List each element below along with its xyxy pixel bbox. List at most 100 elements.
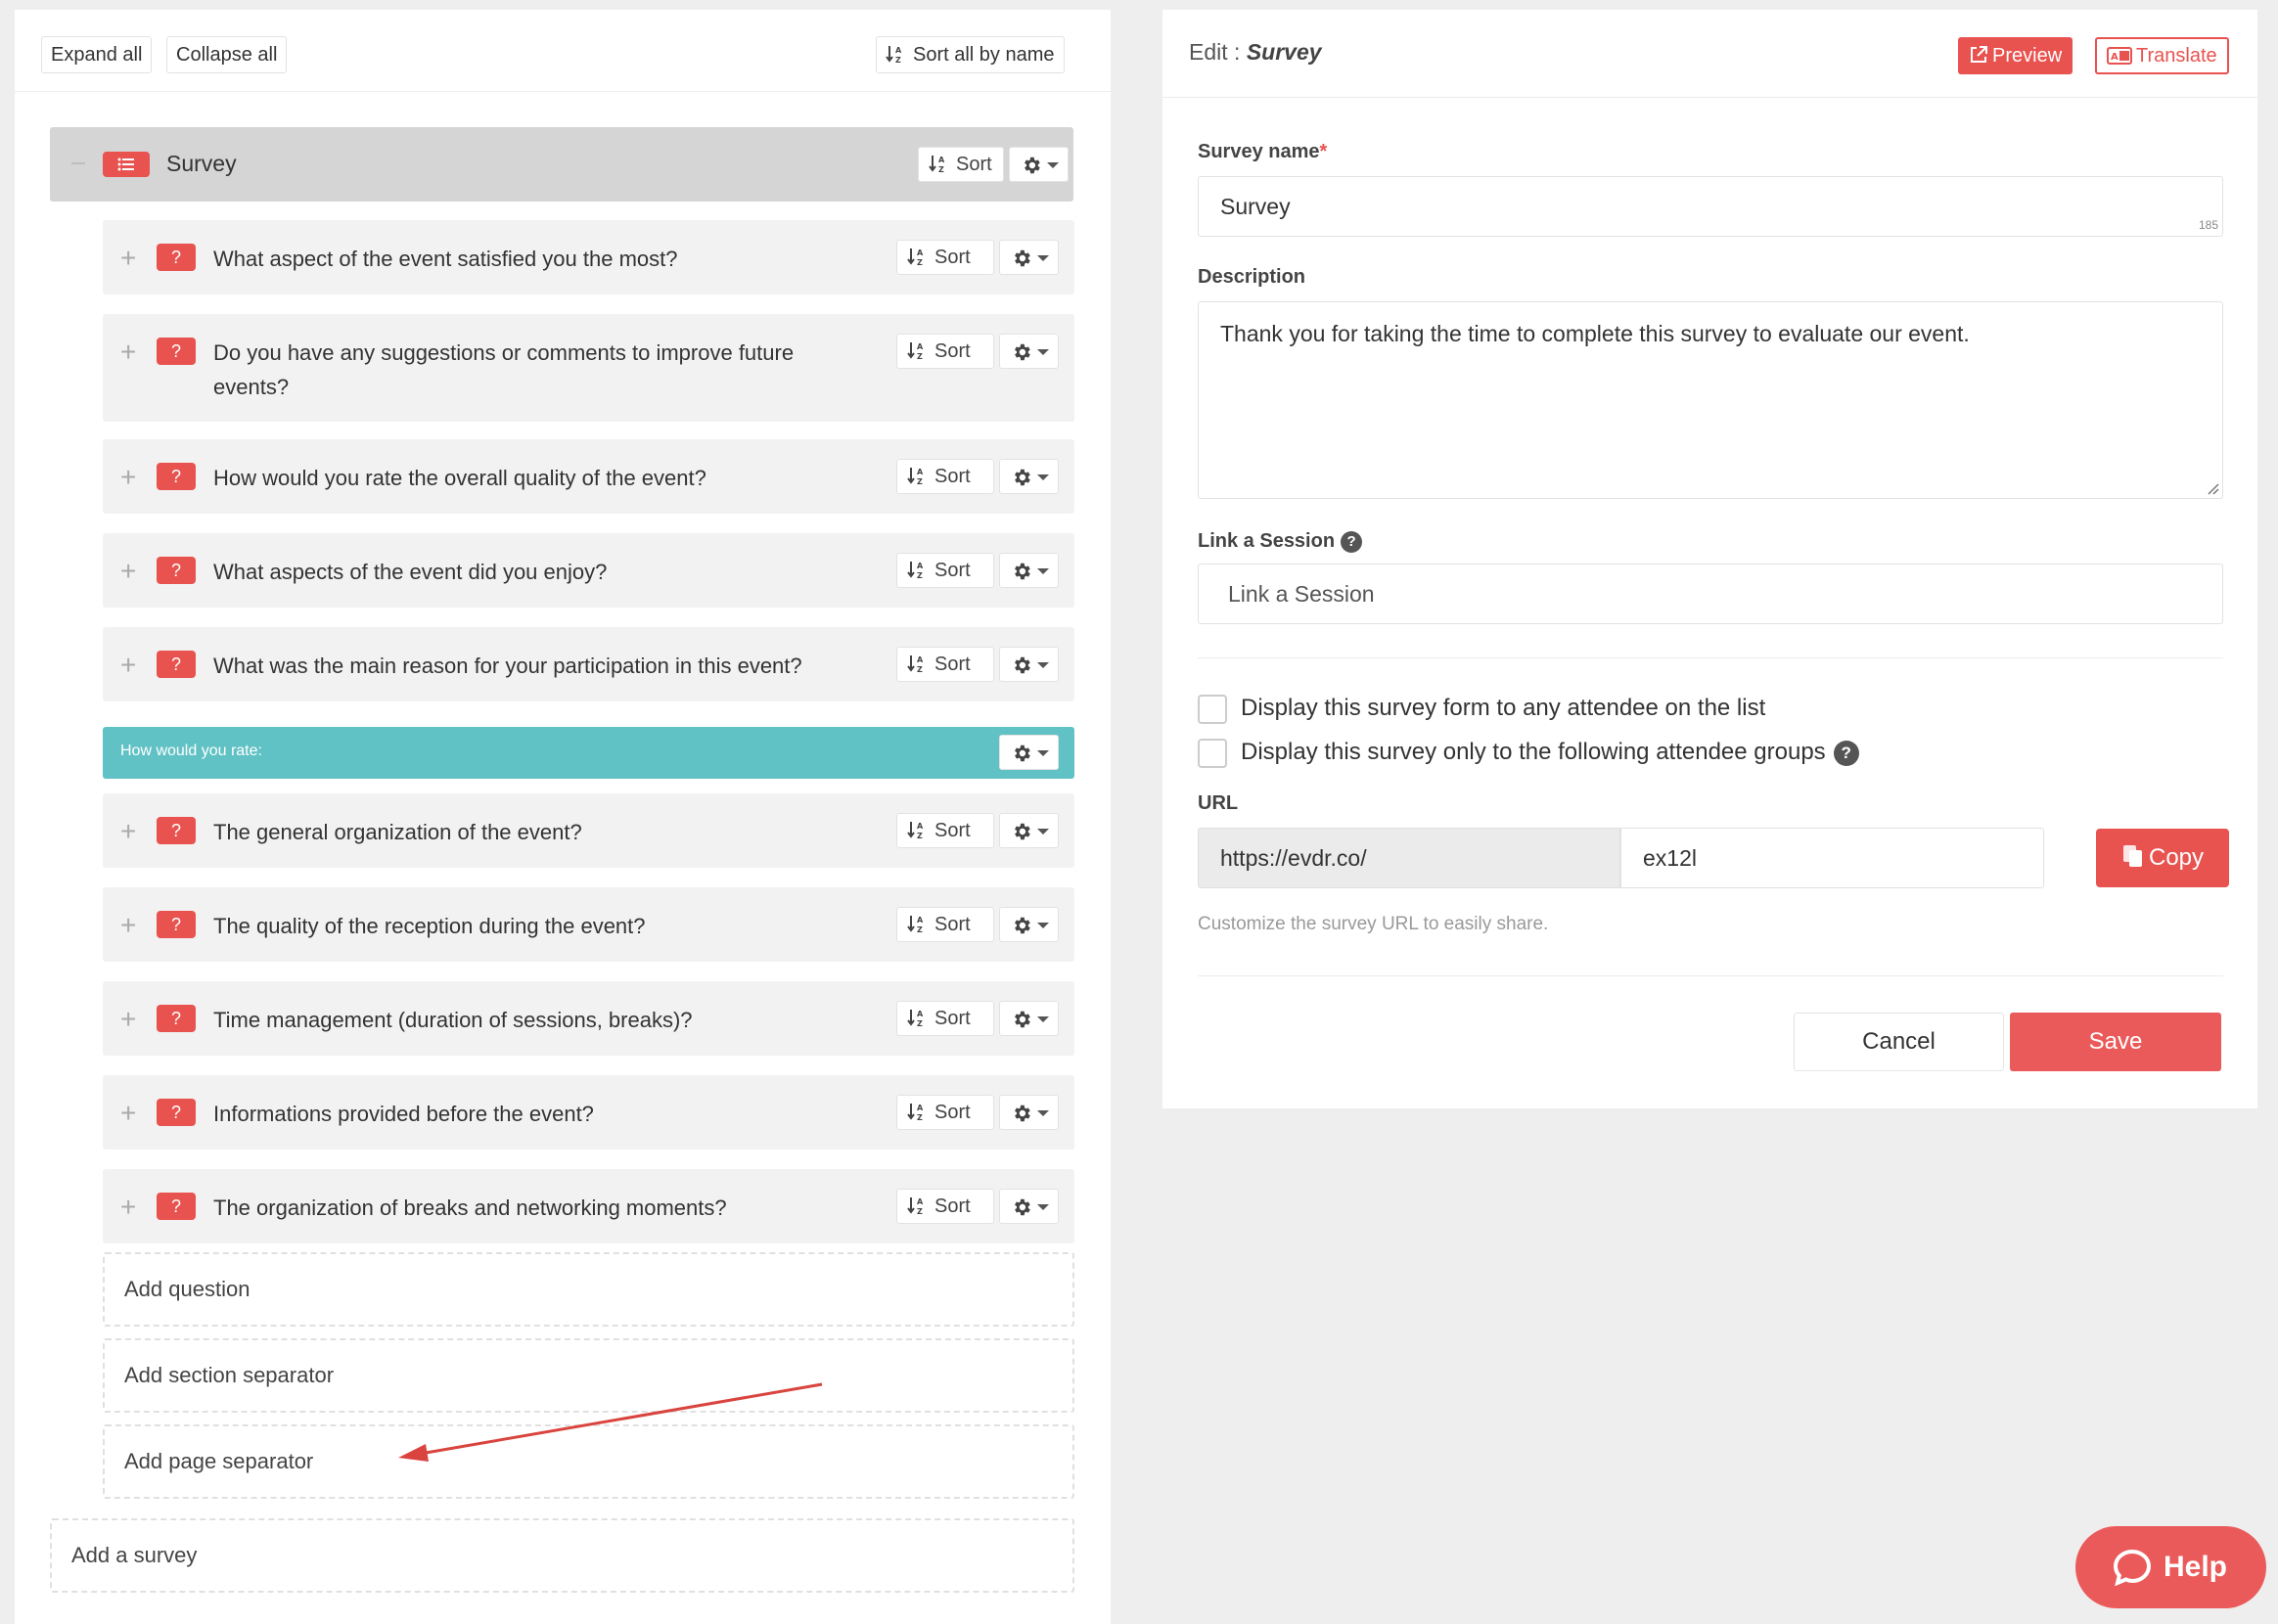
question-row[interactable]: +? How would you rate the overall quality… [103, 439, 1074, 514]
svg-text:A: A [2111, 52, 2119, 63]
svg-text:Z: Z [938, 165, 944, 173]
gear-icon [1015, 343, 1030, 361]
section-separator[interactable]: How would you rate: [103, 727, 1074, 779]
question-sort-button[interactable]: A Z Sort [896, 907, 994, 942]
question-sort-button[interactable]: A Z Sort [896, 553, 994, 588]
question-icon: ? [157, 911, 196, 938]
question-row[interactable]: +? What aspect of the event satisfied you… [103, 220, 1074, 294]
sort-label: Sort [934, 1102, 971, 1123]
question-row[interactable]: +? What aspects of the event did you enjo… [103, 533, 1074, 608]
link-session-select[interactable]: Link a Session [1198, 564, 2223, 624]
question-settings-button[interactable] [999, 1189, 1059, 1224]
svg-text:Z: Z [917, 352, 923, 360]
question-sort-button[interactable]: A Z Sort [896, 459, 994, 494]
expand-icon[interactable]: + [120, 652, 136, 679]
chevron-down-icon [1037, 750, 1049, 756]
expand-icon[interactable]: + [120, 338, 136, 366]
question-sort-button[interactable]: A Z Sort [896, 240, 994, 275]
expand-icon[interactable]: + [120, 464, 136, 491]
preview-button[interactable]: Preview [1958, 37, 2073, 74]
description-textarea[interactable]: Thank you for taking the time to complet… [1198, 301, 2223, 499]
question-settings-button[interactable] [999, 647, 1059, 682]
survey-root-row[interactable]: Survey A Z Sort [50, 127, 1073, 202]
sort-label: Sort [934, 466, 971, 487]
survey-name-label-text: Survey name [1198, 141, 1320, 162]
translate-icon: A [2107, 47, 2132, 65]
sort-alpha-icon: AZ [907, 822, 924, 840]
question-row[interactable]: +? What was the main reason for your part… [103, 627, 1074, 701]
svg-text:Z: Z [917, 925, 923, 933]
question-settings-button[interactable] [999, 1001, 1059, 1036]
edit-title-prefix: Edit : [1189, 39, 1247, 65]
svg-text:A: A [917, 655, 924, 664]
expand-all-button[interactable]: Expand all [41, 36, 153, 73]
survey-sort-button[interactable]: A Z Sort [918, 147, 1004, 182]
display-any-attendee-checkbox[interactable] [1198, 694, 1227, 724]
question-row[interactable]: +? Time management (duration of sessions,… [103, 981, 1074, 1056]
display-groups-checkbox[interactable] [1198, 738, 1227, 768]
question-sort-button[interactable]: A Z Sort [896, 334, 994, 369]
question-settings-button[interactable] [999, 459, 1059, 494]
collapse-all-button[interactable]: Collapse all [166, 36, 288, 73]
translate-label: Translate [2136, 45, 2217, 67]
add-survey-button[interactable]: Add a survey [50, 1518, 1074, 1593]
copy-button[interactable]: Copy [2096, 829, 2229, 887]
question-row[interactable]: +? The quality of the reception during th… [103, 887, 1074, 962]
add-question-button[interactable]: Add question [103, 1252, 1074, 1327]
help-button[interactable]: Help [2075, 1526, 2266, 1608]
cancel-button[interactable]: Cancel [1794, 1013, 2004, 1071]
question-sort-button[interactable]: A Z Sort [896, 1189, 994, 1224]
question-row[interactable]: +? The organization of breaks and network… [103, 1169, 1074, 1243]
add-page-separator-button[interactable]: Add page separator [103, 1424, 1074, 1499]
expand-icon[interactable]: + [120, 558, 136, 585]
question-text: What aspects of the event did you enjoy? [213, 560, 608, 584]
question-text: The organization of breaks and networkin… [213, 1195, 727, 1220]
question-sort-button[interactable]: A Z Sort [896, 1095, 994, 1130]
help-icon[interactable]: ? [1341, 531, 1363, 553]
expand-icon[interactable]: + [120, 818, 136, 845]
question-settings-button[interactable] [999, 813, 1059, 848]
resize-handle-icon[interactable] [2206, 481, 2219, 495]
sort-alpha-icon: AZ [907, 562, 924, 580]
question-settings-button[interactable] [999, 240, 1059, 275]
copy-icon [2122, 845, 2142, 867]
question-row[interactable]: +? The general organization of the event?… [103, 793, 1074, 868]
survey-name-input[interactable]: Survey 185 [1198, 176, 2223, 237]
question-sort-button[interactable]: A Z Sort [896, 813, 994, 848]
question-settings-button[interactable] [999, 334, 1059, 369]
question-settings-button[interactable] [999, 553, 1059, 588]
question-settings-button[interactable] [999, 907, 1059, 942]
add-section-separator-button[interactable]: Add section separator [103, 1338, 1074, 1413]
help-icon[interactable]: ? [1833, 741, 1859, 766]
collapse-icon[interactable] [71, 162, 85, 164]
description-value: Thank you for taking the time to complet… [1220, 321, 1970, 346]
gear-icon [1015, 469, 1030, 486]
sort-all-by-name-button[interactable]: A Z Sort all by name [876, 36, 1065, 73]
svg-text:Z: Z [917, 1019, 923, 1027]
expand-icon[interactable]: + [120, 1100, 136, 1127]
url-hint: Customize the survey URL to easily share… [1198, 914, 1549, 934]
expand-icon[interactable]: + [120, 1194, 136, 1221]
help-label: Help [2164, 1551, 2228, 1583]
url-slug-input[interactable]: ex12l [1620, 828, 2044, 888]
character-counter: 185 [2198, 218, 2218, 232]
translate-button[interactable]: A Translate [2095, 37, 2229, 74]
display-any-attendee-option[interactable]: Display this survey form to any attendee… [1198, 694, 1765, 724]
section-settings-button[interactable] [999, 735, 1059, 770]
gear-icon [1015, 1011, 1030, 1028]
question-row[interactable]: +? Do you have any suggestions or comment… [103, 314, 1074, 422]
svg-text:A: A [917, 1104, 924, 1112]
question-row[interactable]: +? Informations provided before the event… [103, 1075, 1074, 1150]
expand-icon[interactable]: + [120, 245, 136, 272]
expand-icon[interactable]: + [120, 1006, 136, 1033]
expand-icon[interactable]: + [120, 912, 136, 939]
chevron-down-icon [1037, 474, 1049, 480]
svg-text:A: A [917, 1197, 924, 1206]
question-sort-button[interactable]: A Z Sort [896, 647, 994, 682]
question-settings-button[interactable] [999, 1095, 1059, 1130]
question-sort-button[interactable]: A Z Sort [896, 1001, 994, 1036]
save-button[interactable]: Save [2010, 1013, 2221, 1071]
display-groups-option[interactable]: Display this survey only to the followin… [1198, 738, 1859, 768]
survey-settings-button[interactable] [1009, 147, 1069, 182]
sort-alpha-icon: AZ [907, 342, 924, 361]
